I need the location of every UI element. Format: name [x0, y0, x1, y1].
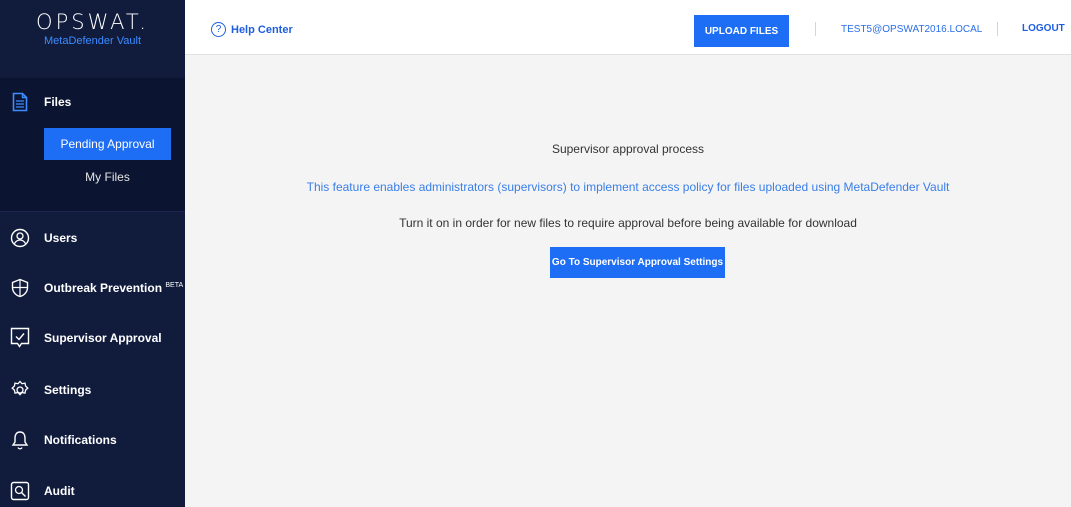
document-icon	[9, 91, 31, 113]
users-icon	[9, 227, 31, 249]
sidebar: OPSWAT. MetaDefender Vault Files Pending…	[0, 0, 185, 507]
feature-instruction: Turn it on in order for new files to req…	[399, 216, 857, 230]
sidebar-item-audit[interactable]: Audit	[0, 477, 185, 505]
feature-description: This feature enables administrators (sup…	[306, 180, 950, 194]
logout-link[interactable]: LOGOUT	[1022, 23, 1065, 34]
sidebar-item-outbreak-prevention[interactable]: Outbreak Prevention BETA	[0, 274, 185, 302]
sidebar-item-supervisor-approval[interactable]: Supervisor Approval	[0, 324, 185, 352]
brand-logo: OPSWAT.	[36, 10, 149, 34]
go-to-settings-button[interactable]: Go To Supervisor Approval Settings	[550, 247, 725, 278]
sidebar-subitem-my-files[interactable]: My Files	[44, 161, 171, 193]
sidebar-item-label: Audit	[44, 484, 75, 498]
help-center-link[interactable]: ? Help Center	[211, 22, 293, 37]
files-section: Files Pending Approval My Files	[0, 78, 185, 211]
top-bar: ? Help Center UPLOAD FILES TEST5@OPSWAT2…	[185, 0, 1071, 55]
sidebar-subitem-pending-approval[interactable]: Pending Approval	[44, 128, 171, 160]
sidebar-item-label: Notifications	[44, 433, 117, 447]
sidebar-item-settings[interactable]: Settings	[0, 376, 185, 404]
help-icon: ?	[211, 22, 226, 37]
sidebar-item-text: Outbreak Prevention	[44, 281, 163, 295]
brand[interactable]: OPSWAT. MetaDefender Vault	[0, 0, 185, 76]
sidebar-item-label: Settings	[44, 383, 92, 397]
sidebar-item-users[interactable]: Users	[0, 224, 185, 252]
sidebar-item-notifications[interactable]: Notifications	[0, 426, 185, 454]
gear-icon	[9, 379, 31, 401]
brand-product: MetaDefender Vault	[43, 35, 142, 47]
divider	[815, 22, 816, 36]
approval-icon	[9, 327, 31, 349]
help-center-label: Help Center	[231, 23, 293, 36]
sidebar-item-label: Files	[44, 95, 72, 109]
sidebar-item-files[interactable]: Files	[0, 88, 185, 116]
shield-icon	[9, 277, 31, 299]
sidebar-item-label: Supervisor Approval	[44, 331, 162, 345]
bell-icon	[9, 429, 31, 451]
audit-icon	[9, 480, 31, 502]
beta-badge: BETA	[165, 282, 184, 289]
sidebar-divider	[0, 211, 185, 212]
user-email[interactable]: TEST5@OPSWAT2016.LOCAL	[841, 24, 982, 35]
page-title: Supervisor approval process	[551, 142, 705, 156]
main-content: Supervisor approval process This feature…	[185, 56, 1071, 507]
sidebar-item-label: Outbreak Prevention BETA	[44, 281, 183, 295]
divider	[997, 22, 998, 36]
sidebar-item-label: Users	[44, 231, 78, 245]
upload-files-button[interactable]: UPLOAD FILES	[694, 15, 789, 47]
